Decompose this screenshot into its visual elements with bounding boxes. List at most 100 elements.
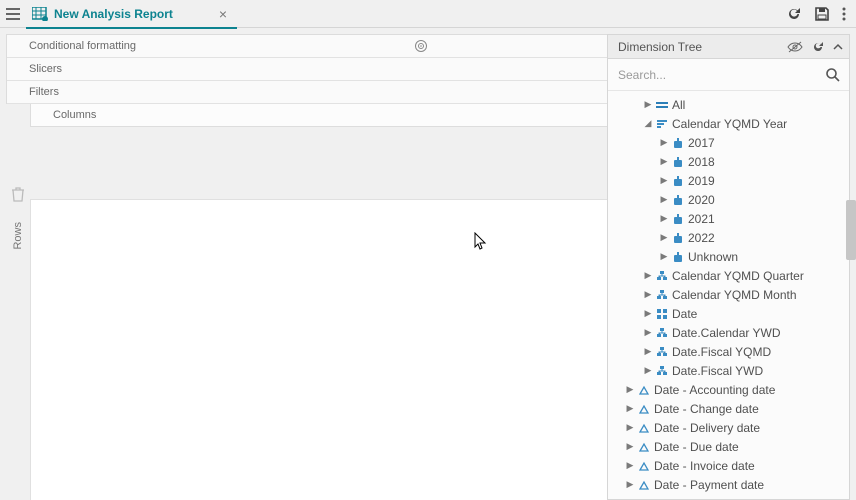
hierarchy-icon: [656, 366, 668, 376]
search-icon: [825, 67, 841, 83]
chevron-right-icon: ▶: [660, 213, 668, 224]
member-icon: [672, 138, 684, 148]
member-icon: [672, 233, 684, 243]
rows-label: Rows: [12, 222, 24, 250]
tree-node-cal-quarter[interactable]: ▶ Calendar YQMD Quarter: [608, 266, 849, 285]
dimension-tree-panel: Dimension Tree ▶ All ◢: [607, 34, 850, 500]
tree-label: Date - Rate Date: [654, 497, 744, 500]
drill-target-icon: [414, 39, 428, 53]
tab-active[interactable]: New Analysis Report ×: [26, 0, 237, 28]
left-gutter: Rows: [6, 104, 30, 500]
search-input[interactable]: [616, 67, 819, 83]
tree-label: Date - Invoice date: [654, 459, 755, 473]
tree-node-date-payment[interactable]: ▶ Date - Payment date: [608, 475, 849, 494]
tree-node-2017[interactable]: ▶ 2017: [608, 133, 849, 152]
tree-node-unknown[interactable]: ▶ Unknown: [608, 247, 849, 266]
chevron-right-icon: ▶: [626, 498, 634, 499]
tree-node-date-due[interactable]: ▶ Date - Due date: [608, 437, 849, 456]
eye-off-icon: [787, 41, 803, 53]
member-icon: [672, 157, 684, 167]
dimension-icon: [638, 404, 650, 414]
delete-button[interactable]: [11, 186, 25, 202]
hierarchy-icon: [656, 290, 668, 300]
tree-node-cal-year[interactable]: ◢ Calendar YQMD Year: [608, 114, 849, 133]
dimension-icon: [638, 461, 650, 471]
tree-node-cal-month[interactable]: ▶ Calendar YQMD Month: [608, 285, 849, 304]
tree-label: 2019: [688, 174, 715, 188]
dimension-tree: ▶ All ◢ Calendar YQMD Year ▶ 2017 ▶ 2018…: [608, 91, 849, 499]
tree-node-2018[interactable]: ▶ 2018: [608, 152, 849, 171]
tree-node-2022[interactable]: ▶ 2022: [608, 228, 849, 247]
tree-label: Date.Fiscal YQMD: [672, 345, 771, 359]
chevron-right-icon: ▶: [626, 460, 634, 471]
tree-node-2020[interactable]: ▶ 2020: [608, 190, 849, 209]
tree-label: Calendar YQMD Month: [672, 288, 797, 302]
member-icon: [672, 195, 684, 205]
member-icon: [672, 214, 684, 224]
tree-node-df-yqmd[interactable]: ▶ Date.Fiscal YQMD: [608, 342, 849, 361]
chevron-right-icon: ▶: [644, 346, 652, 357]
scrollbar-thumb[interactable]: [846, 200, 856, 260]
app-root: New Analysis Report × Conditional format…: [0, 0, 856, 500]
topbar: New Analysis Report ×: [0, 0, 856, 28]
chevron-right-icon: ▶: [626, 403, 634, 414]
tab-underline: [26, 27, 237, 29]
tree-label: Date: [672, 307, 697, 321]
tree-node-2021[interactable]: ▶ 2021: [608, 209, 849, 228]
tree-label: 2020: [688, 193, 715, 207]
tree-label: 2018: [688, 155, 715, 169]
tree-node-2019[interactable]: ▶ 2019: [608, 171, 849, 190]
visibility-toggle[interactable]: [787, 41, 803, 53]
search-button[interactable]: [825, 67, 841, 83]
tree-node-all[interactable]: ▶ All: [608, 95, 849, 114]
tab-title: New Analysis Report: [54, 7, 173, 21]
tab-close-button[interactable]: ×: [219, 6, 227, 22]
hierarchy-icon: [656, 271, 668, 281]
slicers-label: Slicers: [29, 63, 62, 75]
tree-node-df-ywd[interactable]: ▶ Date.Fiscal YWD: [608, 361, 849, 380]
chevron-right-icon: ▶: [626, 441, 634, 452]
chevron-up-icon: [833, 43, 843, 51]
refresh-small-icon: [811, 40, 825, 54]
columns-label: Columns: [53, 109, 96, 121]
all-icon: [656, 102, 668, 108]
more-button[interactable]: [842, 6, 846, 22]
tree-label: Date.Fiscal YWD: [672, 364, 763, 378]
tree-label: 2021: [688, 212, 715, 226]
filters-label: Filters: [29, 86, 59, 98]
panel-collapse-button[interactable]: [833, 43, 843, 51]
tree-label: 2017: [688, 136, 715, 150]
tree-label: Unknown: [688, 250, 738, 264]
chevron-right-icon: ▶: [644, 289, 652, 300]
tree-node-date-accounting[interactable]: ▶ Date - Accounting date: [608, 380, 849, 399]
chevron-right-icon: ▶: [644, 308, 652, 319]
tree-label: Date - Delivery date: [654, 421, 760, 435]
tree-node-date-change[interactable]: ▶ Date - Change date: [608, 399, 849, 418]
tree-label: Date - Due date: [654, 440, 739, 454]
hamburger-icon: [5, 7, 21, 21]
chevron-right-icon: ▶: [660, 137, 668, 148]
save-button[interactable]: [814, 6, 830, 22]
hierarchy-icon: [656, 328, 668, 338]
dimension-tree-title: Dimension Tree: [618, 40, 779, 54]
dimension-icon: [638, 385, 650, 395]
grid-icon: [656, 309, 668, 319]
chevron-right-icon: ▶: [626, 384, 634, 395]
dimension-tree-header: Dimension Tree: [608, 35, 849, 59]
tree-node-date-delivery[interactable]: ▶ Date - Delivery date: [608, 418, 849, 437]
tree-node-dc-ywd[interactable]: ▶ Date.Calendar YWD: [608, 323, 849, 342]
dimension-search: [608, 59, 849, 91]
conditional-formatting-label: Conditional formatting: [29, 40, 136, 52]
panel-refresh-button[interactable]: [811, 40, 825, 54]
menu-button[interactable]: [0, 0, 26, 28]
chevron-right-icon: ▶: [626, 422, 634, 433]
tree-node-date[interactable]: ▶ Date: [608, 304, 849, 323]
tree-node-date-rate[interactable]: ▶ Date - Rate Date: [608, 494, 849, 499]
hierarchy-icon: [656, 347, 668, 357]
refresh-button[interactable]: [786, 6, 802, 22]
member-icon: [672, 252, 684, 262]
tree-node-date-invoice[interactable]: ▶ Date - Invoice date: [608, 456, 849, 475]
chevron-right-icon: ▶: [644, 365, 652, 376]
tree-label: Calendar YQMD Quarter: [672, 269, 804, 283]
save-icon: [814, 6, 830, 22]
